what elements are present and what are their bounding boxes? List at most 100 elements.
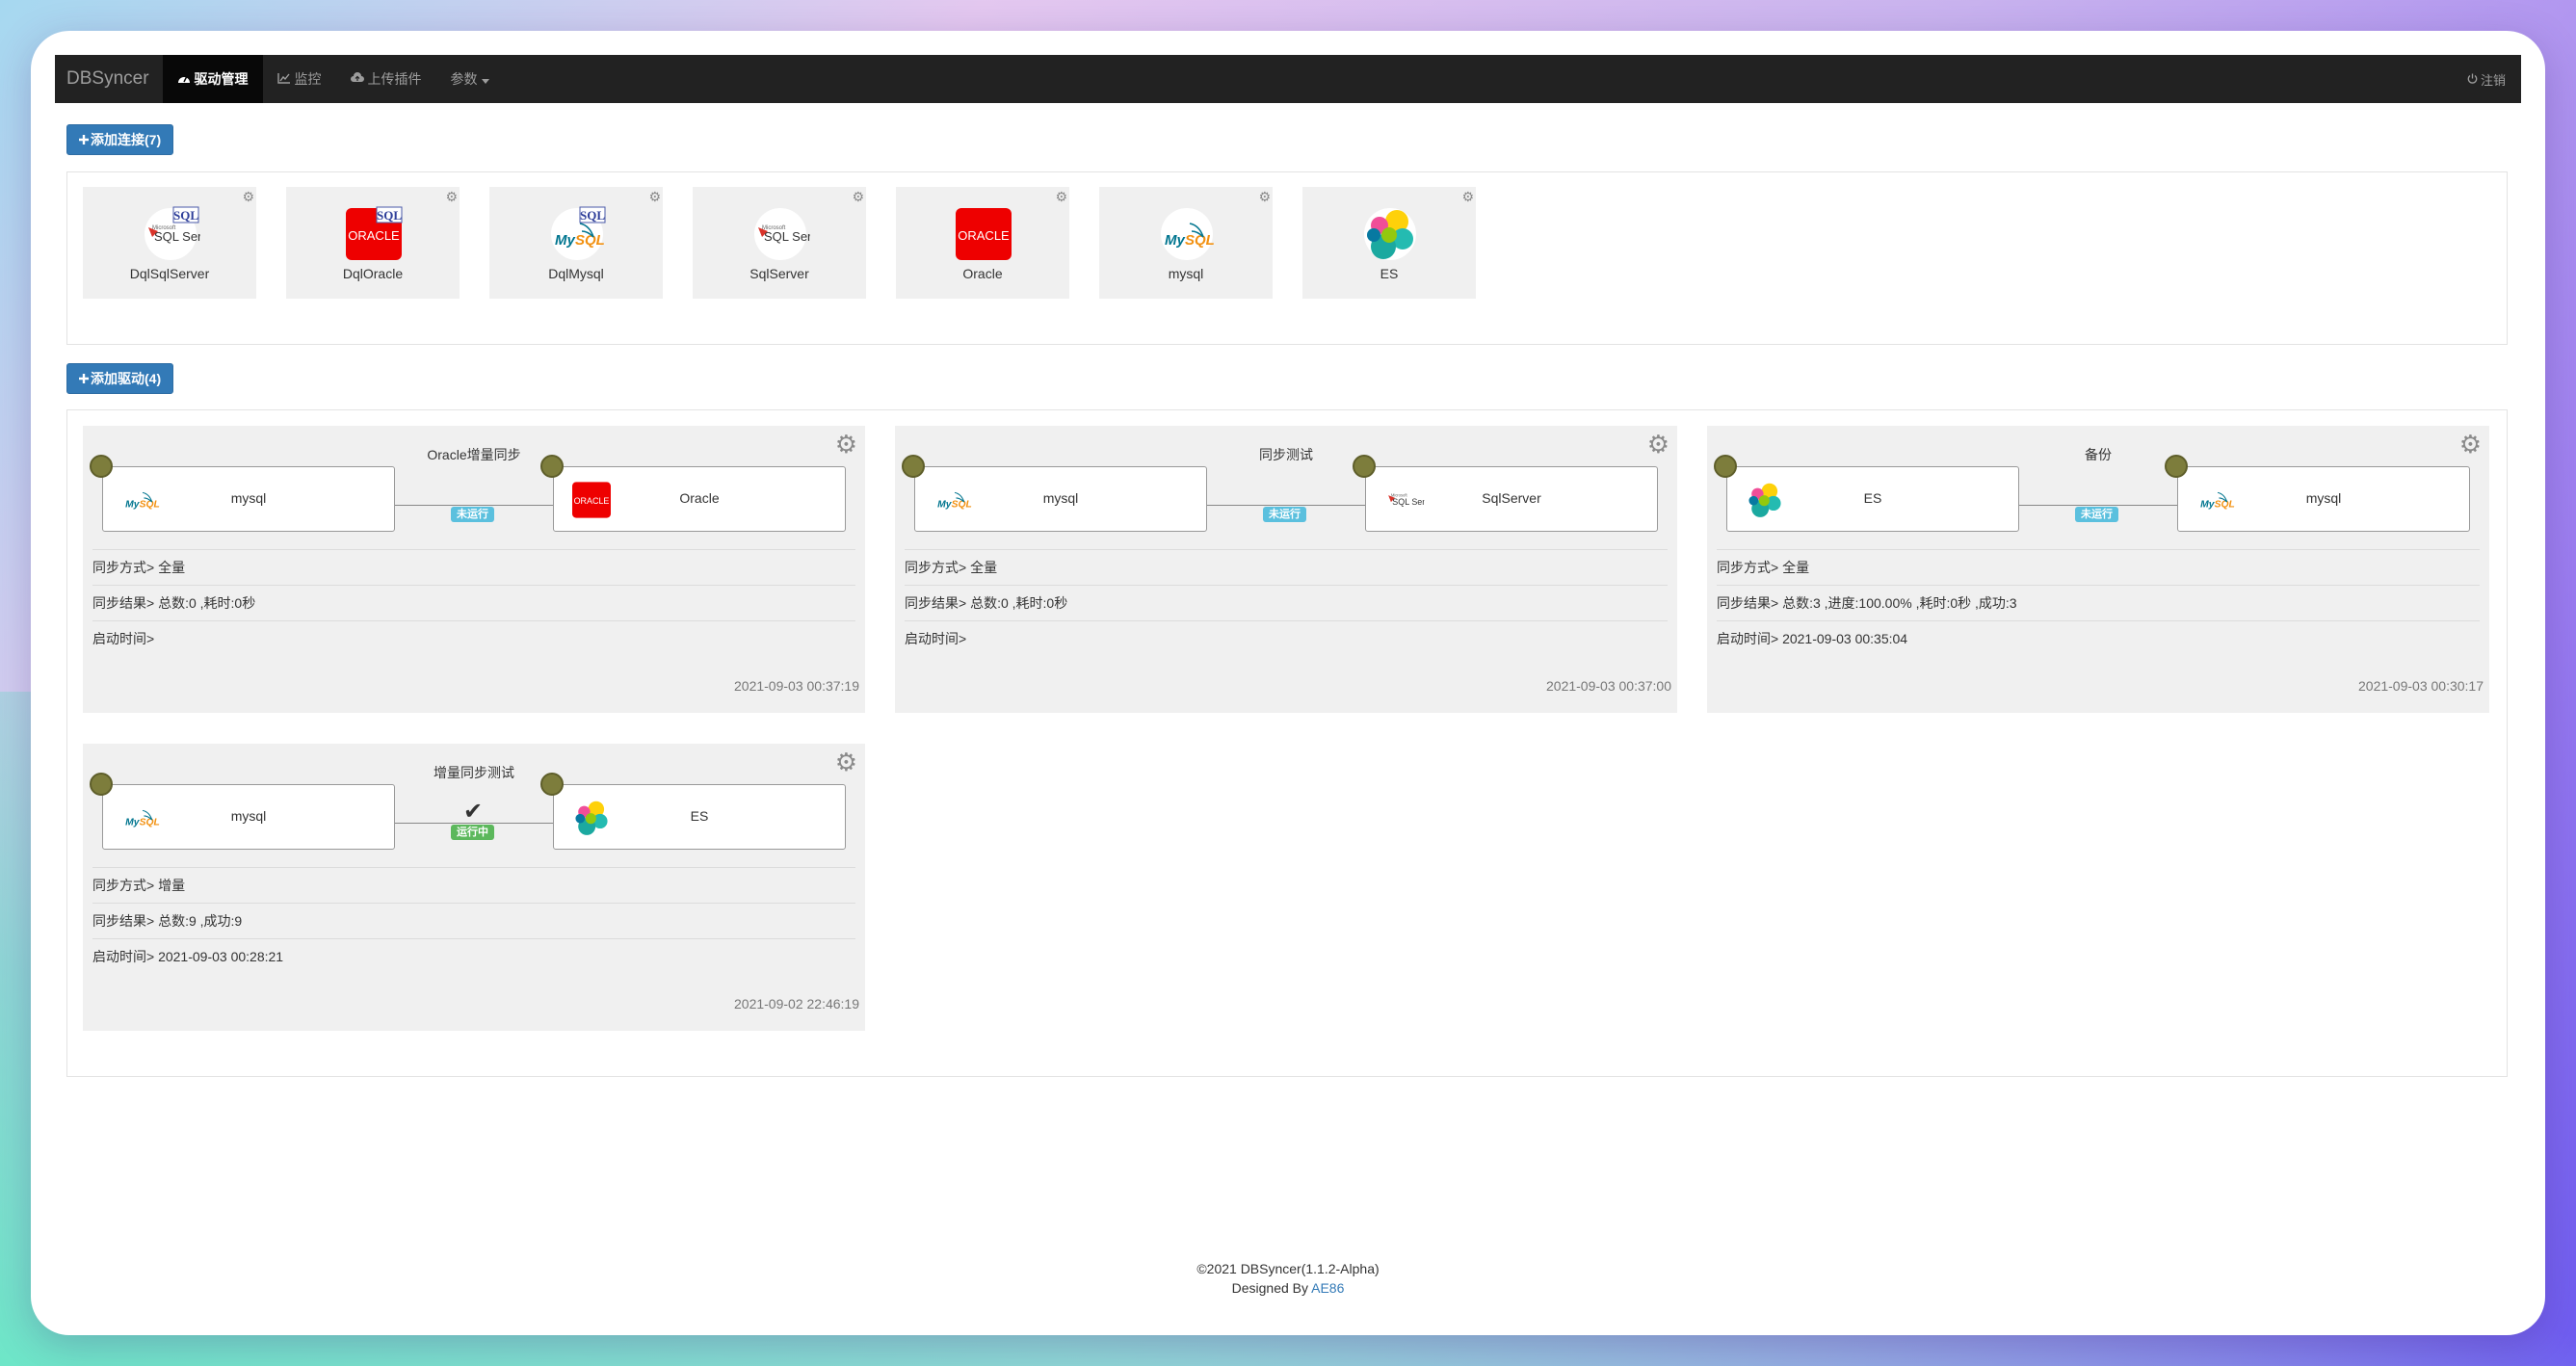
status-badge: 未运行 (451, 507, 494, 522)
footer-designed-by-label: Designed By (1231, 1280, 1308, 1296)
source-name: mysql (230, 808, 267, 824)
footer-author-link[interactable]: AE86 (1311, 1280, 1344, 1296)
nav-drivers-label: 驱动管理 (194, 71, 249, 87)
updated-timestamp: 2021-09-03 00:37:00 (1546, 678, 1671, 694)
connection-card[interactable]: ⚙ ES (1302, 187, 1476, 299)
source-name: mysql (1042, 490, 1079, 506)
driver-card[interactable]: ⚙ 同步测试 mysql SqlServer 未运行 同步方式> 全量 同步结果> 总数:0… (895, 426, 1677, 713)
source-node[interactable]: mysql (914, 466, 1207, 532)
plus-icon (79, 132, 89, 147)
connection-name: Oracle (962, 266, 1003, 281)
connection-name: DqlMysql (548, 266, 604, 281)
target-node[interactable]: ES (553, 784, 846, 850)
logout-label: 注销 (2480, 72, 2506, 88)
connection-name: mysql (1168, 266, 1204, 281)
target-anchor-dot (1353, 455, 1376, 478)
caret-down-icon (481, 55, 489, 103)
start-time: 启动时间> (905, 620, 1668, 656)
source-node[interactable]: ES (1726, 466, 2019, 532)
connection-card[interactable]: ⚙ mysql (1099, 187, 1273, 299)
nav-params-dropdown[interactable]: 参数 (436, 55, 504, 103)
connection-name: SqlServer (749, 266, 809, 281)
start-time: 启动时间> 2021-09-03 00:35:04 (1717, 620, 2480, 656)
source-name: mysql (230, 490, 267, 506)
connector-line (395, 505, 553, 506)
gear-icon[interactable]: ⚙ (1258, 189, 1271, 205)
connection-card[interactable]: ⚙ DqlOracle (286, 187, 460, 299)
add-connection-button[interactable]: 添加连接(7) (66, 124, 174, 155)
connection-name: DqlSqlServer (129, 266, 210, 281)
target-anchor-dot (2165, 455, 2188, 478)
footer-designed-by: Designed By AE86 (31, 1278, 2545, 1298)
sync-mode: 同步方式> 全量 (92, 549, 855, 585)
connections-panel: ⚙ DqlSqlServer ⚙ DqlOracle ⚙ DqlMysql ⚙ SqlServ… (66, 171, 2508, 345)
logout-button[interactable]: 注销 (2467, 70, 2521, 89)
driver-title: 备份 (2085, 447, 2112, 462)
nav-monitor[interactable]: 监控 (263, 55, 336, 103)
gear-icon[interactable]: ⚙ (648, 189, 661, 205)
status-badge: 未运行 (2075, 507, 2118, 522)
nav-drivers[interactable]: 驱动管理 (162, 55, 263, 103)
gear-icon[interactable]: ⚙ (852, 189, 864, 205)
add-driver-button[interactable]: 添加驱动(4) (66, 363, 174, 394)
gear-icon[interactable]: ⚙ (1055, 189, 1067, 205)
gear-icon[interactable]: ⚙ (242, 189, 254, 205)
dashboard-icon (177, 55, 191, 103)
source-name: ES (1863, 490, 1882, 506)
target-anchor-dot (540, 455, 564, 478)
mysql-logo (1161, 208, 1217, 260)
driver-card[interactable]: ⚙ 增量同步测试 mysql ES ✔ 运行中 同步方式> 增量 同步结果> 总数:9 ,成功… (83, 744, 865, 1031)
connection-card[interactable]: ⚙ DqlSqlServer (83, 187, 256, 299)
brand-logo[interactable]: DBSyncer (55, 55, 163, 103)
target-node[interactable]: SqlServer (1365, 466, 1658, 532)
connection-name: DqlOracle (342, 266, 404, 281)
status-badge: 未运行 (1263, 507, 1306, 522)
start-time: 启动时间> (92, 620, 855, 656)
dql-sqlserver-logo (145, 206, 200, 260)
target-name: mysql (2305, 490, 2342, 506)
plus-icon (79, 371, 89, 386)
target-name: Oracle (679, 490, 720, 506)
driver-title: Oracle增量同步 (427, 447, 521, 462)
check-icon: ✔ (463, 799, 484, 825)
footer: ©2021 DBSyncer(1.1.2-Alpha) Designed By … (31, 1259, 2545, 1298)
source-node[interactable]: mysql (102, 466, 395, 532)
dql-oracle-logo (344, 206, 404, 260)
sync-result: 同步结果> 总数:9 ,成功:9 (92, 903, 855, 938)
target-node[interactable]: Oracle (553, 466, 846, 532)
target-node[interactable]: mysql (2177, 466, 2470, 532)
target-name: ES (690, 808, 709, 824)
connection-card[interactable]: ⚙ DqlMysql (489, 187, 663, 299)
status-badge: 运行中 (451, 825, 494, 840)
gear-icon[interactable]: ⚙ (445, 189, 458, 205)
add-connection-label: 添加连接(7) (91, 132, 162, 147)
source-anchor-dot (90, 455, 113, 478)
source-anchor-dot (902, 455, 925, 478)
cloud-upload-icon (350, 55, 364, 103)
power-icon (2467, 72, 2478, 87)
sync-result: 同步结果> 总数:3 ,进度:100.00% ,耗时:0秒 ,成功:3 (1717, 585, 2480, 620)
app-window: DBSyncer 驱动管理 监控 上传插件 参数 注销 添加连接(7) ⚙ Dq… (31, 31, 2545, 1335)
driver-card[interactable]: ⚙ 备份 ES mysql 未运行 同步方式> 全量 同步结果> 总数:3 ,进度:100.… (1707, 426, 2489, 713)
source-node[interactable]: mysql (102, 784, 395, 850)
connection-card[interactable]: ⚙ Oracle (896, 187, 1069, 299)
driver-card[interactable]: ⚙ Oracle增量同步 mysql Oracle 未运行 同步方式> 全量 同步结果> 总… (83, 426, 865, 713)
connector-line (1207, 505, 1365, 506)
sync-result: 同步结果> 总数:0 ,耗时:0秒 (905, 585, 1668, 620)
oracle-logo (954, 208, 1013, 260)
gear-icon[interactable]: ⚙ (1461, 189, 1474, 205)
navbar: DBSyncer 驱动管理 监控 上传插件 参数 注销 (55, 55, 2521, 103)
connection-name: ES (1380, 266, 1399, 281)
line-chart-icon (276, 55, 291, 103)
target-anchor-dot (540, 773, 564, 796)
driver-title: 同步测试 (1259, 447, 1313, 462)
sync-mode: 同步方式> 全量 (1717, 549, 2480, 585)
sync-result: 同步结果> 总数:0 ,耗时:0秒 (92, 585, 855, 620)
start-time: 启动时间> 2021-09-03 00:28:21 (92, 938, 855, 974)
nav-upload-plugin-label: 上传插件 (367, 71, 422, 87)
nav-upload-plugin[interactable]: 上传插件 (336, 55, 436, 103)
updated-timestamp: 2021-09-03 00:30:17 (2358, 678, 2484, 694)
elasticsearch-logo (1364, 208, 1416, 260)
connection-card[interactable]: ⚙ SqlServer (693, 187, 866, 299)
add-driver-label: 添加驱动(4) (91, 371, 162, 386)
